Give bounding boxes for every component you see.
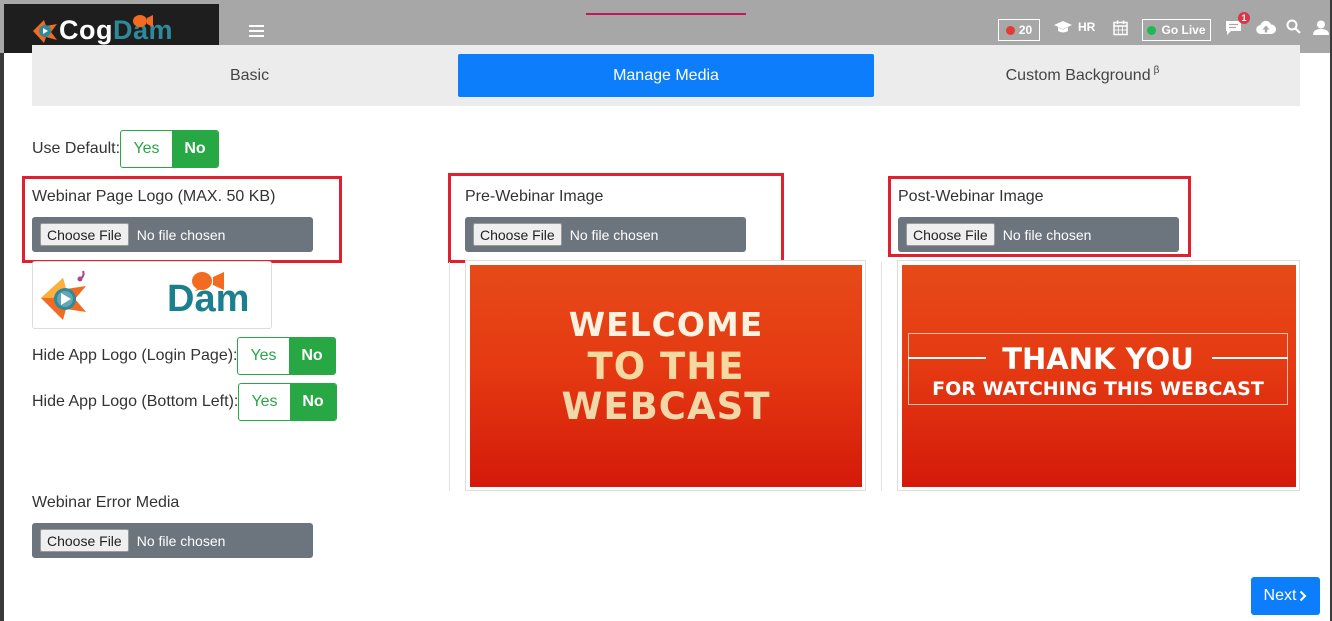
chat-notification-badge: 1 xyxy=(1238,12,1250,24)
next-button[interactable]: Next xyxy=(1251,577,1320,615)
menu-icon[interactable] xyxy=(249,25,264,40)
tab-basic-label: Basic xyxy=(229,66,270,84)
hr-label: HR xyxy=(1078,20,1096,34)
thank-you-frame: THANK YOU FOR WATCHING THIS WEBCAST xyxy=(908,333,1288,405)
hide-bottom-logo-no[interactable]: No xyxy=(290,384,336,420)
hide-login-logo-label: Hide App Logo (Login Page): xyxy=(32,347,238,364)
tab-manage-media-label: Manage Media xyxy=(613,66,719,84)
tab-custom-background-label: Custom Background xyxy=(1005,66,1151,84)
recording-count-badge[interactable]: 20 xyxy=(998,19,1040,41)
webinar-logo-label: Webinar Page Logo (MAX. 50 KB) xyxy=(32,188,276,205)
brand-name: CogDam xyxy=(59,15,173,46)
camera-bubble-icon xyxy=(133,15,153,27)
graduation-cap-icon xyxy=(1054,21,1072,33)
column-divider xyxy=(881,262,882,491)
post-webinar-banner: THANK YOU FOR WATCHING THIS WEBCAST xyxy=(902,265,1296,487)
calendar-icon[interactable] xyxy=(1113,20,1128,36)
banner-line-thank-you: THANK YOU xyxy=(1002,342,1194,376)
post-webinar-preview: THANK YOU FOR WATCHING THIS WEBCAST xyxy=(897,260,1300,491)
error-media-label: Webinar Error Media xyxy=(32,494,180,511)
post-webinar-file-status: No file chosen xyxy=(1002,226,1092,243)
cloud-upload-icon[interactable] xyxy=(1256,20,1276,35)
search-icon[interactable] xyxy=(1286,19,1301,34)
use-default-toggle: Yes No xyxy=(120,130,219,168)
pre-webinar-preview: WELCOME TO THE WEBCAST xyxy=(465,260,866,491)
logo-preview-text: Dam xyxy=(167,278,250,320)
hr-menu[interactable]: HR xyxy=(1053,20,1095,34)
chevron-right-icon xyxy=(1300,590,1307,602)
recording-count: 20 xyxy=(1018,23,1033,37)
user-icon[interactable] xyxy=(1313,20,1329,35)
nav-accent-line xyxy=(586,13,746,15)
tab-manage-media[interactable]: Manage Media xyxy=(458,54,874,97)
next-label: Next xyxy=(1263,587,1297,604)
record-icon xyxy=(1005,25,1015,35)
logo-mark-icon xyxy=(41,270,86,320)
pre-webinar-file-input[interactable]: Choose File No file chosen xyxy=(465,217,746,252)
error-media-file-input[interactable]: Choose File No file chosen xyxy=(32,523,313,558)
hide-bottom-logo-yes[interactable]: Yes xyxy=(239,384,290,420)
post-webinar-label: Post-Webinar Image xyxy=(898,188,1044,205)
beta-mark: β xyxy=(1153,65,1160,76)
use-default-label: Use Default: xyxy=(32,140,121,157)
banner-line-to-the: TO THE xyxy=(587,345,745,388)
hide-login-logo-no[interactable]: No xyxy=(289,338,335,374)
pre-webinar-file-status: No file chosen xyxy=(569,226,659,243)
use-default-yes[interactable]: Yes xyxy=(121,131,172,167)
right-rule xyxy=(1212,357,1288,359)
live-status-icon xyxy=(1147,25,1157,35)
webinar-logo-file-status: No file chosen xyxy=(136,226,226,243)
error-media-file-status: No file chosen xyxy=(136,532,226,549)
brand-mark-icon xyxy=(33,20,57,43)
settings-tabs: Basic Manage Media Custom Background β xyxy=(32,45,1300,106)
hide-login-logo-toggle: Yes No xyxy=(237,337,336,375)
post-webinar-file-input[interactable]: Choose File No file chosen xyxy=(898,217,1179,252)
hide-login-logo-yes[interactable]: Yes xyxy=(238,338,289,374)
error-media-choose-button[interactable]: Choose File xyxy=(40,529,129,552)
go-live-label: Go Live xyxy=(1161,23,1206,37)
brand-part-cog: Cog xyxy=(59,15,113,45)
use-default-no[interactable]: No xyxy=(172,131,218,167)
column-divider xyxy=(449,262,450,491)
pre-webinar-label: Pre-Webinar Image xyxy=(465,188,604,205)
banner-line-for-watching: FOR WATCHING THIS WEBCAST xyxy=(932,378,1264,400)
pre-webinar-choose-button[interactable]: Choose File xyxy=(473,223,562,246)
banner-line-welcome: WELCOME xyxy=(568,305,764,344)
webinar-logo-choose-button[interactable]: Choose File xyxy=(40,223,129,246)
banner-line-webcast: WEBCAST xyxy=(561,385,771,428)
hide-bottom-logo-label: Hide App Logo (Bottom Left): xyxy=(32,393,239,410)
go-live-button[interactable]: Go Live xyxy=(1142,19,1211,41)
webinar-logo-file-input[interactable]: Choose File No file chosen xyxy=(32,217,313,252)
webinar-logo-preview: Dam xyxy=(32,261,272,329)
hide-bottom-logo-toggle: Yes No xyxy=(238,383,337,421)
left-rule xyxy=(908,357,986,359)
post-webinar-choose-button[interactable]: Choose File xyxy=(906,223,995,246)
window-edge-left xyxy=(0,0,4,621)
pre-webinar-banner: WELCOME TO THE WEBCAST xyxy=(470,265,862,487)
tab-basic[interactable]: Basic xyxy=(42,54,457,97)
tab-custom-background[interactable]: Custom Background β xyxy=(875,54,1290,97)
